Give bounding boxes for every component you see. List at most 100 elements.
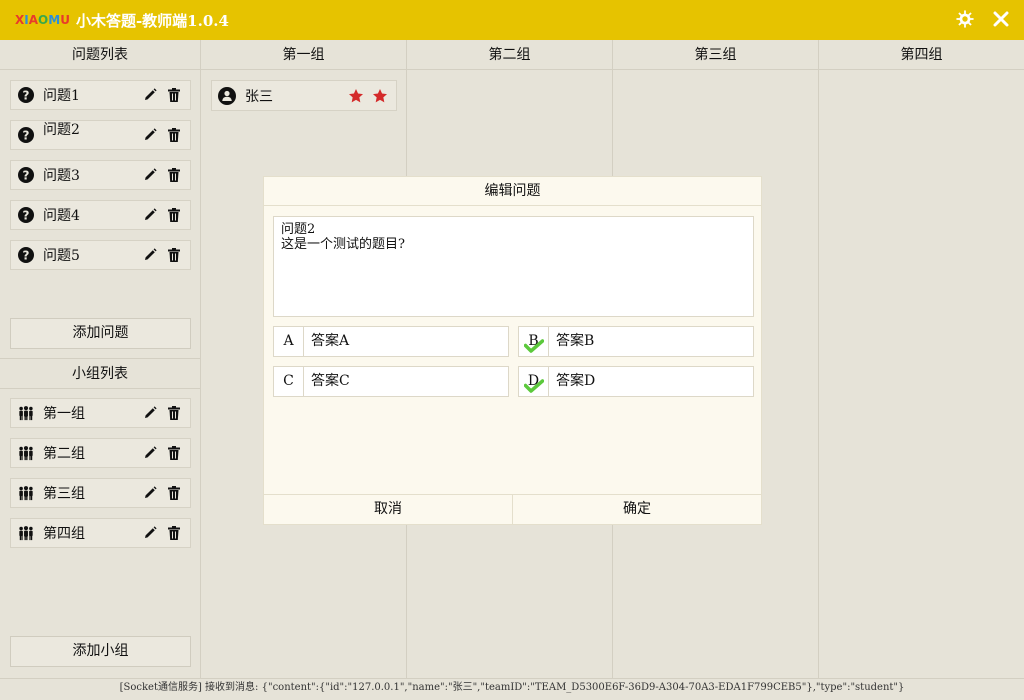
- group-column-title: 第二组: [407, 40, 612, 70]
- edit-group-button[interactable]: [142, 525, 158, 541]
- edit-question-dialog: 编辑问题 问题2 这是一个测试的题目? A 答案A B 答案B C 答案C D …: [263, 176, 762, 525]
- delete-group-button[interactable]: [166, 525, 182, 541]
- app-title: 小木答题-教师端1.0.4: [75, 11, 229, 30]
- left-panel: 问题列表 ? 问题1 ? 问题2 ? 问题3 ? 问题4 ? 问题5 添加问题 …: [0, 40, 201, 678]
- edit-group-button[interactable]: [142, 445, 158, 461]
- option-b: B 答案B: [518, 326, 754, 357]
- checkmark-icon: [524, 379, 544, 393]
- group-icon: [18, 485, 34, 501]
- confirm-button[interactable]: 确定: [513, 495, 761, 524]
- trash-icon: [168, 208, 180, 222]
- option-key-toggle[interactable]: B: [519, 327, 549, 356]
- trash-icon: [168, 446, 180, 460]
- group-label: 第四组: [43, 526, 85, 542]
- edit-question-button[interactable]: [142, 247, 158, 263]
- group-column-title: 第一组: [201, 40, 406, 70]
- group-column-title: 第三组: [613, 40, 818, 70]
- group-column-4: 第四组: [819, 40, 1024, 678]
- app-logo: X I A O M U: [15, 13, 70, 27]
- question-item[interactable]: ? 问题2: [10, 120, 191, 150]
- add-group-button[interactable]: 添加小组: [10, 636, 191, 667]
- question-label: 问题3: [43, 168, 80, 184]
- delete-group-button[interactable]: [166, 445, 182, 461]
- delete-question-button[interactable]: [166, 207, 182, 223]
- question-label: 问题5: [43, 248, 80, 264]
- question-item[interactable]: ? 问题1: [10, 80, 191, 110]
- edit-question-button[interactable]: [142, 127, 158, 143]
- question-item[interactable]: ? 问题5: [10, 240, 191, 270]
- option-answer-input[interactable]: 答案C: [304, 367, 508, 396]
- gear-icon: [956, 10, 974, 28]
- edit-group-button[interactable]: [142, 485, 158, 501]
- question-label: 问题2: [43, 122, 80, 138]
- option-answer-input[interactable]: 答案D: [549, 367, 753, 396]
- pencil-icon: [145, 406, 157, 418]
- settings-button[interactable]: [954, 8, 976, 30]
- delete-group-button[interactable]: [166, 405, 182, 421]
- svg-text:?: ?: [23, 209, 30, 223]
- question-item[interactable]: ? 问题3: [10, 160, 191, 190]
- student-name: 张三: [245, 88, 273, 105]
- group-item[interactable]: 第二组: [10, 438, 191, 468]
- edit-group-button[interactable]: [142, 405, 158, 421]
- edit-question-button[interactable]: [142, 207, 158, 223]
- dialog-title: 编辑问题: [264, 177, 761, 206]
- group-item[interactable]: 第四组: [10, 518, 191, 548]
- trash-icon: [168, 88, 180, 102]
- group-list-header: 小组列表: [0, 358, 200, 389]
- group-item[interactable]: 第一组: [10, 398, 191, 428]
- trash-icon: [168, 406, 180, 420]
- group-label: 第一组: [43, 406, 85, 422]
- trash-icon: [168, 128, 180, 142]
- add-question-button[interactable]: 添加问题: [10, 318, 191, 349]
- option-key-toggle[interactable]: A: [274, 327, 304, 356]
- delete-question-button[interactable]: [166, 247, 182, 263]
- question-icon: ?: [18, 167, 34, 183]
- pencil-icon: [145, 88, 157, 100]
- svg-text:?: ?: [23, 89, 30, 103]
- pencil-icon: [145, 168, 157, 180]
- trash-icon: [168, 526, 180, 540]
- question-item[interactable]: ? 问题4: [10, 200, 191, 230]
- pencil-icon: [145, 486, 157, 498]
- pencil-icon: [145, 208, 157, 220]
- trash-icon: [168, 486, 180, 500]
- question-list-header: 问题列表: [0, 40, 200, 70]
- group-label: 第三组: [43, 486, 85, 502]
- question-textarea[interactable]: 问题2 这是一个测试的题目?: [273, 216, 754, 317]
- edit-question-button[interactable]: [142, 167, 158, 183]
- option-a: A 答案A: [273, 326, 509, 357]
- pencil-icon: [145, 248, 157, 260]
- group-icon: [18, 445, 34, 461]
- option-answer-input[interactable]: 答案A: [304, 327, 508, 356]
- group-icon: [18, 525, 34, 541]
- pencil-icon: [145, 526, 157, 538]
- group-item[interactable]: 第三组: [10, 478, 191, 508]
- question-label: 问题4: [43, 208, 80, 224]
- pencil-icon: [145, 446, 157, 458]
- pencil-icon: [145, 128, 157, 140]
- question-icon: ?: [18, 247, 34, 263]
- option-key-toggle[interactable]: C: [274, 367, 304, 396]
- close-icon: [993, 11, 1009, 27]
- delete-group-button[interactable]: [166, 485, 182, 501]
- question-label: 问题1: [43, 88, 80, 104]
- svg-text:?: ?: [23, 129, 30, 143]
- edit-question-button[interactable]: [142, 87, 158, 103]
- option-key-toggle[interactable]: D: [519, 367, 549, 396]
- group-label: 第二组: [43, 446, 85, 462]
- svg-text:?: ?: [23, 249, 30, 263]
- cancel-button[interactable]: 取消: [264, 495, 513, 524]
- title-bar: X I A O M U 小木答题-教师端1.0.4: [0, 0, 1024, 40]
- question-icon: ?: [18, 127, 34, 143]
- trash-icon: [168, 168, 180, 182]
- close-button[interactable]: [990, 8, 1012, 30]
- star-icon: [373, 88, 387, 102]
- delete-question-button[interactable]: [166, 127, 182, 143]
- group-column-title: 第四组: [819, 40, 1024, 70]
- option-answer-input[interactable]: 答案B: [549, 327, 753, 356]
- group-icon: [18, 405, 34, 421]
- delete-question-button[interactable]: [166, 167, 182, 183]
- delete-question-button[interactable]: [166, 87, 182, 103]
- student-card[interactable]: 张三: [211, 80, 397, 111]
